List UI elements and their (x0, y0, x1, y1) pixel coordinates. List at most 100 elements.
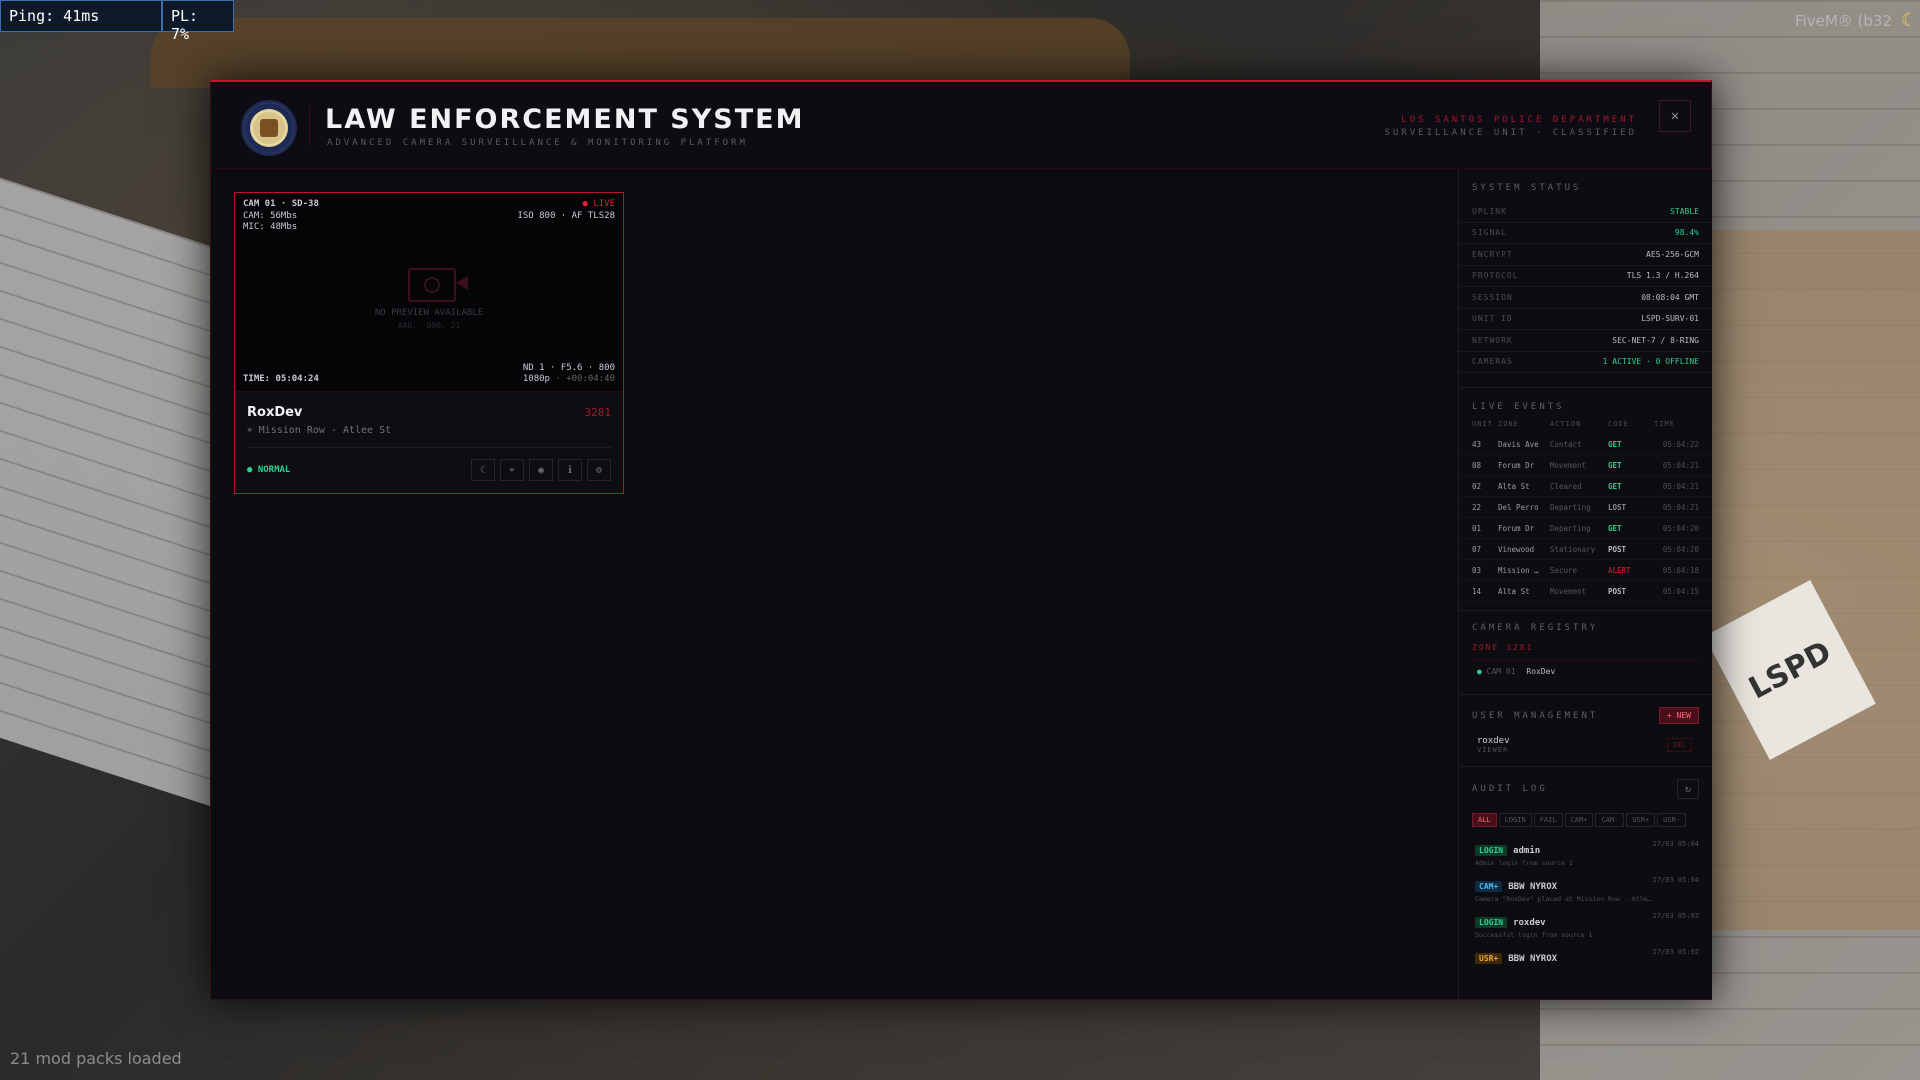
event-row[interactable]: 03 Mission … Secure ALERT 05:04:18 (1459, 560, 1712, 581)
department-name: LOS SANTOS POLICE DEPARTMENT (1401, 115, 1637, 125)
event-code: LOST (1608, 502, 1627, 512)
user-management-title: USER MANAGEMENT (1472, 710, 1599, 721)
event-row[interactable]: 02 Alta St Cleared GET 05:04:21 (1459, 476, 1712, 497)
audit-entry[interactable]: LOGIN admin 17/03 05:04 Admin login from so… (1475, 838, 1699, 874)
event-time: 05:04:22 (1662, 439, 1699, 449)
event-zone: Vinewood (1498, 544, 1535, 554)
event-action: Movement (1550, 460, 1587, 470)
status-key: ENCRYPT (1472, 249, 1513, 259)
event-action: Contact (1550, 439, 1582, 449)
status-key: PROTOCOL (1472, 271, 1519, 281)
audit-entries: LOGIN admin 17/03 05:04 Admin login from so… (1459, 832, 1712, 982)
camera-location-text: Mission Row - Atlee St (258, 425, 392, 436)
status-value: 1 ACTIVE · 0 OFFLINE (1602, 357, 1699, 367)
info-icon[interactable]: ℹ (558, 459, 582, 481)
mic-bitrate: MIC: 48Mbs (243, 222, 298, 232)
audit-log-title: AUDIT LOG (1472, 784, 1548, 794)
background-corkboard (1690, 230, 1920, 930)
night-mode-icon[interactable]: ☾ (471, 459, 495, 481)
status-row: UNIT ID LSPD-SURV-01 (1459, 309, 1712, 330)
event-row[interactable]: 22 Del Perro Departing LOST 05:04:21 (1459, 497, 1712, 518)
audit-entry[interactable]: USR+ BBW NYROX 17/03 05:02 (1475, 946, 1699, 982)
filter-cam-add[interactable]: CAM+ (1564, 813, 1594, 827)
time-offset: +00:04:40 (566, 374, 615, 384)
header-divider (309, 106, 310, 146)
audit-badge: USR+ (1475, 953, 1503, 964)
user-role: VIEWER (1477, 746, 1509, 754)
police-seal-icon (241, 100, 297, 156)
event-code: ALERT (1608, 565, 1631, 575)
view-icon[interactable]: ◉ (529, 459, 553, 481)
location-icon[interactable]: ⌖ (500, 459, 524, 481)
resolution: 1080p (522, 374, 550, 384)
registry-cam-name: RoxDev (1526, 667, 1556, 676)
status-key: CAMERAS (1472, 357, 1513, 367)
status-key: NETWORK (1472, 335, 1513, 345)
pin-icon: ⌖ (247, 425, 259, 436)
status-key: SESSION (1472, 292, 1513, 302)
status-key: UNIT ID (1472, 314, 1513, 324)
filter-fail[interactable]: FAIL (1533, 813, 1563, 827)
camera-location: ⌖ Mission Row - Atlee St (247, 425, 391, 436)
department-unit: SURVEILLANCE UNIT · CLASSIFIED (1384, 128, 1637, 138)
status-row: CAMERAS 1 ACTIVE · 0 OFFLINE (1459, 352, 1712, 373)
status-row: UPLINK STABLE (1459, 201, 1712, 223)
event-row[interactable]: 01 Forum Dr Departing GET 05:04:20 (1459, 518, 1712, 539)
refresh-icon[interactable]: ↻ (1677, 779, 1699, 799)
event-time: 05:04:21 (1662, 502, 1699, 512)
status-row: SESSION 08:08:04 GMT (1459, 287, 1712, 309)
event-code: GET (1608, 439, 1622, 449)
no-preview-sub: AAG, -000, 21 (397, 321, 461, 330)
audit-desc: Camera "RoxDev" placed at Mission Row - … (1475, 895, 1652, 903)
settings-icon[interactable]: ⚙ (587, 459, 611, 481)
event-code: POST (1608, 544, 1627, 554)
filter-usr-remove[interactable]: USR- (1657, 813, 1687, 827)
event-unit: 43 (1472, 439, 1482, 449)
event-zone: Forum Dr (1498, 460, 1535, 470)
live-indicator: ● LIVE (582, 199, 615, 209)
event-row[interactable]: 43 Davis Ave Contact GET 05:04:22 (1459, 434, 1712, 455)
event-time: 05:04:20 (1662, 523, 1699, 533)
camera-actions: ☾ ⌖ ◉ ℹ ⚙ (471, 459, 611, 481)
close-button[interactable]: ✕ (1659, 100, 1691, 132)
lens-readout: ND 1 · F5.6 · 800 (522, 363, 615, 373)
event-row[interactable]: 07 Vinewood Stationary POST 05:04:20 (1459, 539, 1712, 560)
event-code: GET (1608, 481, 1622, 491)
filter-cam-remove[interactable]: CAM- (1595, 813, 1625, 827)
status-value: AES-256-GCM (1646, 249, 1699, 259)
audit-user: BBW NYROX (1508, 882, 1558, 892)
window-header: LAW ENFORCEMENT SYSTEM ADVANCED CAMERA S… (211, 82, 1711, 169)
audit-user: admin (1513, 846, 1541, 856)
event-row[interactable]: 14 Alta St Movement POST 05:04:15 (1459, 581, 1712, 602)
col-action: ACTION (1550, 420, 1582, 428)
filter-login[interactable]: LOGIN (1498, 813, 1532, 827)
event-zone: Davis Ave (1498, 439, 1539, 449)
filter-usr-add[interactable]: USR+ (1626, 813, 1656, 827)
department-label: LOS SANTOS POLICE DEPARTMENT SURVEILLANC… (1384, 115, 1637, 138)
ping-readout: Ping: 41ms (0, 0, 162, 32)
registry-item[interactable]: ● CAM 01 RoxDev (1459, 661, 1712, 682)
event-time: 05:04:21 (1662, 481, 1699, 491)
sidebar: SYSTEM STATUS UPLINK STABLE SIGNAL 98.4% ENC… (1458, 170, 1712, 999)
les-window: LAW ENFORCEMENT SYSTEM ADVANCED CAMERA S… (210, 80, 1712, 1000)
new-user-button[interactable]: + NEW (1658, 707, 1699, 724)
event-zone: Alta St (1498, 481, 1530, 491)
audit-entry[interactable]: CAM+ BBW NYROX 17/03 05:04 Camera "RoxDev" … (1475, 874, 1699, 910)
camera-name: RoxDev (247, 405, 303, 420)
event-action: Departing (1550, 523, 1591, 533)
card-divider (247, 447, 611, 448)
status-row: NETWORK SEC-NET-7 / 8-RING (1459, 330, 1712, 352)
events-header: UNIT ZONE ACTION CODE TIME (1459, 420, 1712, 428)
audit-user: BBW NYROX (1508, 954, 1558, 964)
event-time: 05:04:20 (1662, 544, 1699, 554)
event-code: GET (1608, 460, 1622, 470)
status-value: 08:08:04 GMT (1641, 292, 1699, 302)
event-time: 05:04:21 (1662, 460, 1699, 470)
camera-card[interactable]: CAM 01 · SD-38 ● LIVE CAM: 56Mbs MIC: 48… (234, 192, 624, 494)
camera-preview[interactable]: CAM 01 · SD-38 ● LIVE CAM: 56Mbs MIC: 48… (235, 193, 623, 392)
event-action: Cleared (1550, 481, 1582, 491)
event-row[interactable]: 08 Forum Dr Movement GET 05:04:21 (1459, 455, 1712, 476)
filter-all[interactable]: ALL (1472, 813, 1497, 827)
delete-user-button[interactable]: DEL (1667, 738, 1692, 752)
audit-entry[interactable]: LOGIN roxdev 17/03 05:02 Successful login f… (1475, 910, 1699, 946)
